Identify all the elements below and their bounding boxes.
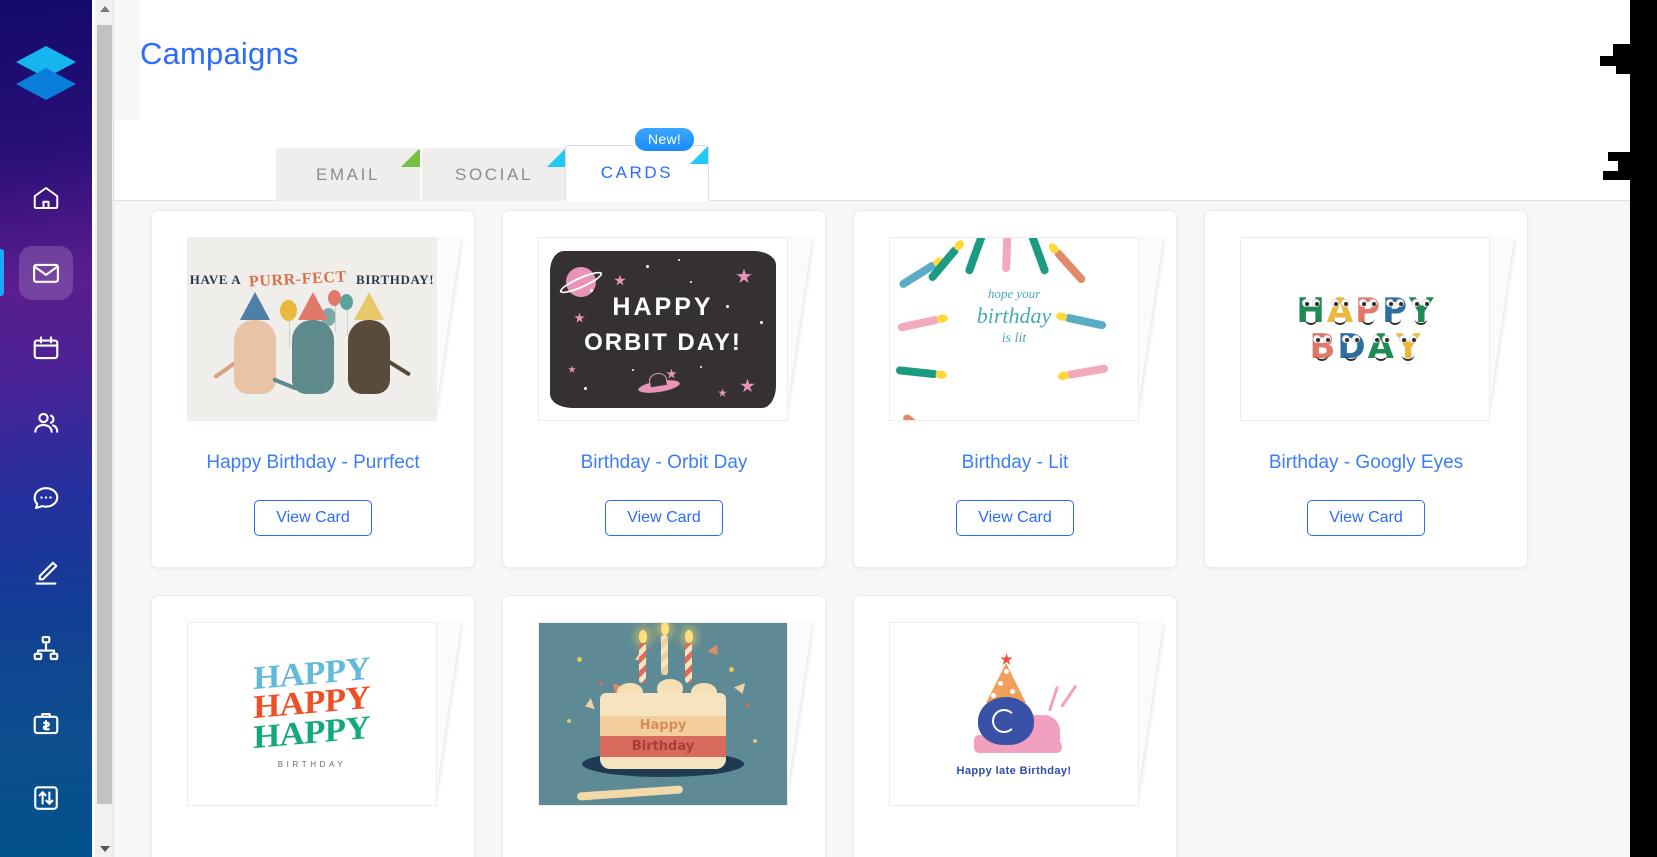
tab-social[interactable]: SOCIAL [422, 148, 566, 201]
transfer-icon [31, 783, 61, 813]
artwork-orbit: HAPPY ORBIT DAY! [539, 238, 787, 420]
card-title: Birthday - Googly Eyes [1268, 452, 1464, 473]
calendar-icon [31, 333, 61, 363]
tab-corner-icon [401, 148, 420, 167]
cards-grid-area: HAVE A PURR-FECT BIRTHDAY! Happy Birthda… [114, 201, 1657, 857]
sidebar-item-billing[interactable] [0, 685, 92, 760]
artwork-lit: hope your birthday is lit [890, 238, 1138, 420]
scroll-down-arrow[interactable] [95, 840, 114, 857]
card-title: Birthday - Orbit Day [580, 452, 748, 473]
sidebar-item-compose[interactable] [0, 535, 92, 610]
briefcase-dollar-icon [31, 708, 61, 738]
art-line-highlight: PURR-FECT [248, 268, 348, 291]
contacts-icon [31, 408, 61, 438]
pencil-icon [31, 558, 61, 588]
app-root: Campaigns EMAIL SOCIAL CARDS New! HAVE A… [0, 0, 1657, 857]
sidebar-item-transfer[interactable] [0, 760, 92, 835]
scrollbar-thumb[interactable] [97, 25, 112, 804]
envelope-fold-icon [1137, 624, 1163, 800]
view-card-button[interactable]: View Card [1307, 500, 1425, 536]
art-row-1: H A P P Y [1296, 291, 1434, 331]
tab-corner-icon [690, 146, 708, 164]
tab-social-label: SOCIAL [455, 164, 533, 184]
art-line-left: HAVE A [189, 272, 241, 287]
envelope-fold-icon [1488, 239, 1514, 415]
art-line-right: BIRTHDAY! [356, 272, 435, 287]
view-card-button[interactable]: View Card [956, 500, 1074, 536]
main-content: Campaigns EMAIL SOCIAL CARDS New! HAVE A… [114, 0, 1657, 857]
card-item[interactable]: H A P P Y B D A Y Birthday - Googly Eyes… [1204, 210, 1528, 568]
card-item[interactable]: Happy Birthday [502, 595, 826, 857]
art-text: Happy late Birthday! [956, 765, 1072, 777]
artwork-snail: Happy late Birthday! [890, 623, 1138, 805]
artwork-happy-x3: HAPPY HAPPY HAPPY BIRTHDAY [188, 623, 436, 805]
tab-corner-icon [547, 148, 566, 167]
sitemap-icon [31, 633, 61, 663]
sidebar-item-calendar[interactable] [0, 310, 92, 385]
envelope-fold-icon [1137, 239, 1163, 415]
card-item[interactable]: hope your birthday is lit Birthday - Lit… [853, 210, 1177, 568]
page-title: Campaigns [140, 36, 299, 71]
envelope-fold-icon [786, 624, 812, 800]
screenshot-cutoff-band [1630, 0, 1657, 857]
header-left-gutter [114, 0, 140, 120]
envelope-fold-icon [786, 239, 812, 415]
card-thumbnail[interactable]: HAPPY HAPPY HAPPY BIRTHDAY [187, 622, 461, 806]
art-line-1: HAPPY [612, 292, 714, 321]
sidebar-item-contacts[interactable] [0, 385, 92, 460]
mail-icon [31, 258, 61, 288]
art-line-2: ORBIT DAY! [584, 328, 742, 356]
tab-email[interactable]: EMAIL [276, 148, 420, 201]
art-subtitle: BIRTHDAY [277, 760, 347, 770]
tab-cards[interactable]: CARDS [565, 145, 709, 201]
home-icon [31, 183, 61, 213]
tab-cards-label: CARDS [600, 163, 674, 182]
tab-email-label: EMAIL [315, 164, 381, 184]
sidebar-item-automation[interactable] [0, 610, 92, 685]
art-line-3: is lit [1001, 330, 1027, 346]
tab-bar: EMAIL SOCIAL CARDS [114, 145, 1657, 201]
cards-grid: HAVE A PURR-FECT BIRTHDAY! Happy Birthda… [151, 210, 1657, 857]
layers-logo-icon[interactable] [14, 42, 78, 104]
art-line-2: Birthday [631, 739, 695, 754]
scroll-up-arrow[interactable] [95, 0, 114, 17]
art-line-2: birthday [976, 303, 1052, 329]
sidebar-item-home[interactable] [0, 160, 92, 235]
card-thumbnail[interactable]: Happy late Birthday! [889, 622, 1163, 806]
art-line-3: HAPPY [253, 709, 371, 756]
sidebar-item-campaigns[interactable] [0, 235, 92, 310]
sidebar-item-messages[interactable] [0, 460, 92, 535]
card-item[interactable]: HAVE A PURR-FECT BIRTHDAY! Happy Birthda… [151, 210, 475, 568]
card-thumbnail[interactable]: HAPPY ORBIT DAY! [538, 237, 812, 421]
sidebar [0, 0, 92, 857]
artwork-cake: Happy Birthday [539, 623, 787, 805]
art-line-1: Happy [639, 718, 687, 733]
new-badge: New! [635, 128, 695, 151]
card-item[interactable]: HAPPY ORBIT DAY! Birthday - Orbit Day Vi… [502, 210, 826, 568]
sidebar-nav [0, 160, 92, 835]
card-item[interactable]: Happy late Birthday! [853, 595, 1177, 857]
art-row-2: B D A Y [1309, 327, 1421, 367]
view-card-button[interactable]: View Card [605, 500, 723, 536]
artwork-purrfect: HAVE A PURR-FECT BIRTHDAY! [188, 238, 436, 420]
view-card-button[interactable]: View Card [254, 500, 372, 536]
envelope-fold-icon [435, 624, 461, 800]
card-thumbnail[interactable]: Happy Birthday [538, 622, 812, 806]
card-thumbnail[interactable]: H A P P Y B D A Y [1240, 237, 1514, 421]
card-thumbnail[interactable]: HAVE A PURR-FECT BIRTHDAY! [187, 237, 461, 421]
card-title: Birthday - Lit [961, 452, 1069, 473]
page-scrollbar[interactable] [95, 0, 114, 857]
artwork-googly: H A P P Y B D A Y [1241, 238, 1489, 420]
card-title: Happy Birthday - Purrfect [206, 452, 420, 473]
card-thumbnail[interactable]: hope your birthday is lit [889, 237, 1163, 421]
card-item[interactable]: HAPPY HAPPY HAPPY BIRTHDAY [151, 595, 475, 857]
envelope-fold-icon [435, 239, 461, 415]
art-line-1: hope your [987, 286, 1041, 301]
chat-icon [31, 483, 61, 513]
